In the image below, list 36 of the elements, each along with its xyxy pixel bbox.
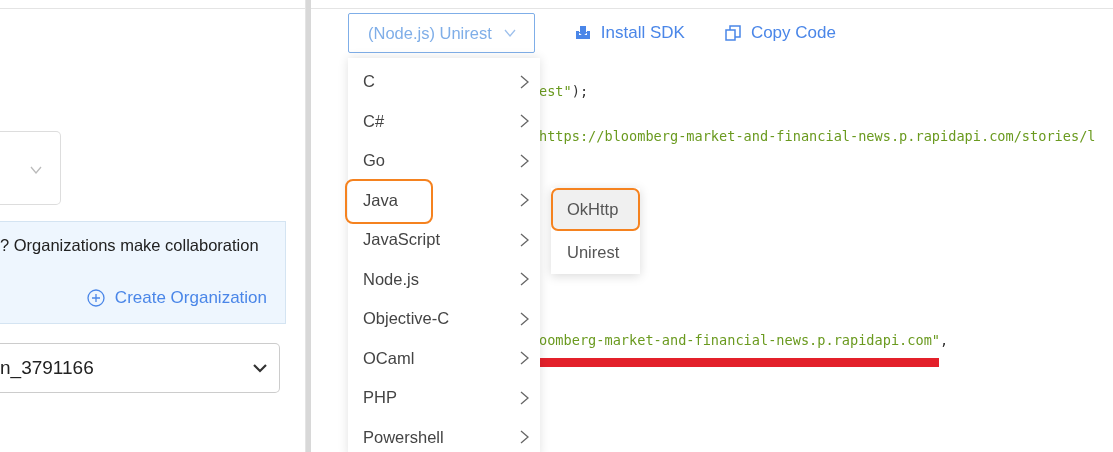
chevron-down-icon — [503, 29, 516, 37]
chevron-right-icon — [520, 232, 529, 247]
menu-item[interactable]: Powershell — [348, 417, 540, 452]
install-sdk-link[interactable]: Install SDK — [574, 23, 685, 43]
chevron-right-icon — [520, 114, 529, 129]
menu-item[interactable]: Node.js — [348, 259, 540, 299]
code-line: oomberg-market-and-financial-news.p.rapidapi.com", — [539, 330, 949, 350]
dropdown[interactable] — [0, 131, 61, 205]
menu-item[interactable]: PHP — [348, 378, 540, 418]
chevron-right-icon — [520, 193, 529, 208]
menu-item[interactable]: Go — [348, 141, 540, 181]
copy-code-link[interactable]: Copy Code — [724, 23, 836, 43]
chevron-right-icon — [520, 430, 529, 445]
menu-item[interactable]: Objective-C — [348, 299, 540, 339]
copy-icon — [724, 25, 741, 41]
download-icon — [574, 25, 591, 41]
submenu-item[interactable]: Unirest — [551, 231, 640, 274]
chevron-down-icon — [253, 363, 267, 373]
menu-item[interactable]: Java — [348, 180, 540, 220]
chevron-right-icon — [520, 153, 529, 168]
info-message: ? Organizations make collaboration — [0, 236, 260, 255]
chevron-down-icon — [30, 166, 42, 174]
code-line: https://bloomberg-market-and-financial-news.p.rapidapi.com/stories/l — [539, 127, 1096, 147]
code-line: est"); — [539, 82, 589, 101]
chevron-right-icon — [520, 272, 529, 287]
chevron-right-icon — [520, 311, 529, 326]
menu-item[interactable]: C — [348, 62, 540, 102]
menu-item[interactable]: JavaScript — [348, 220, 540, 260]
chevron-right-icon — [520, 351, 529, 366]
menu-item[interactable]: OCaml — [348, 338, 540, 378]
menu-item[interactable]: C# — [348, 101, 540, 141]
plus-circle-icon — [86, 289, 105, 307]
account-select[interactable]: n_3791166 — [0, 343, 280, 393]
submenu-item[interactable]: OkHttp — [551, 188, 640, 231]
chevron-right-icon — [520, 390, 529, 405]
chevron-right-icon — [520, 74, 529, 89]
